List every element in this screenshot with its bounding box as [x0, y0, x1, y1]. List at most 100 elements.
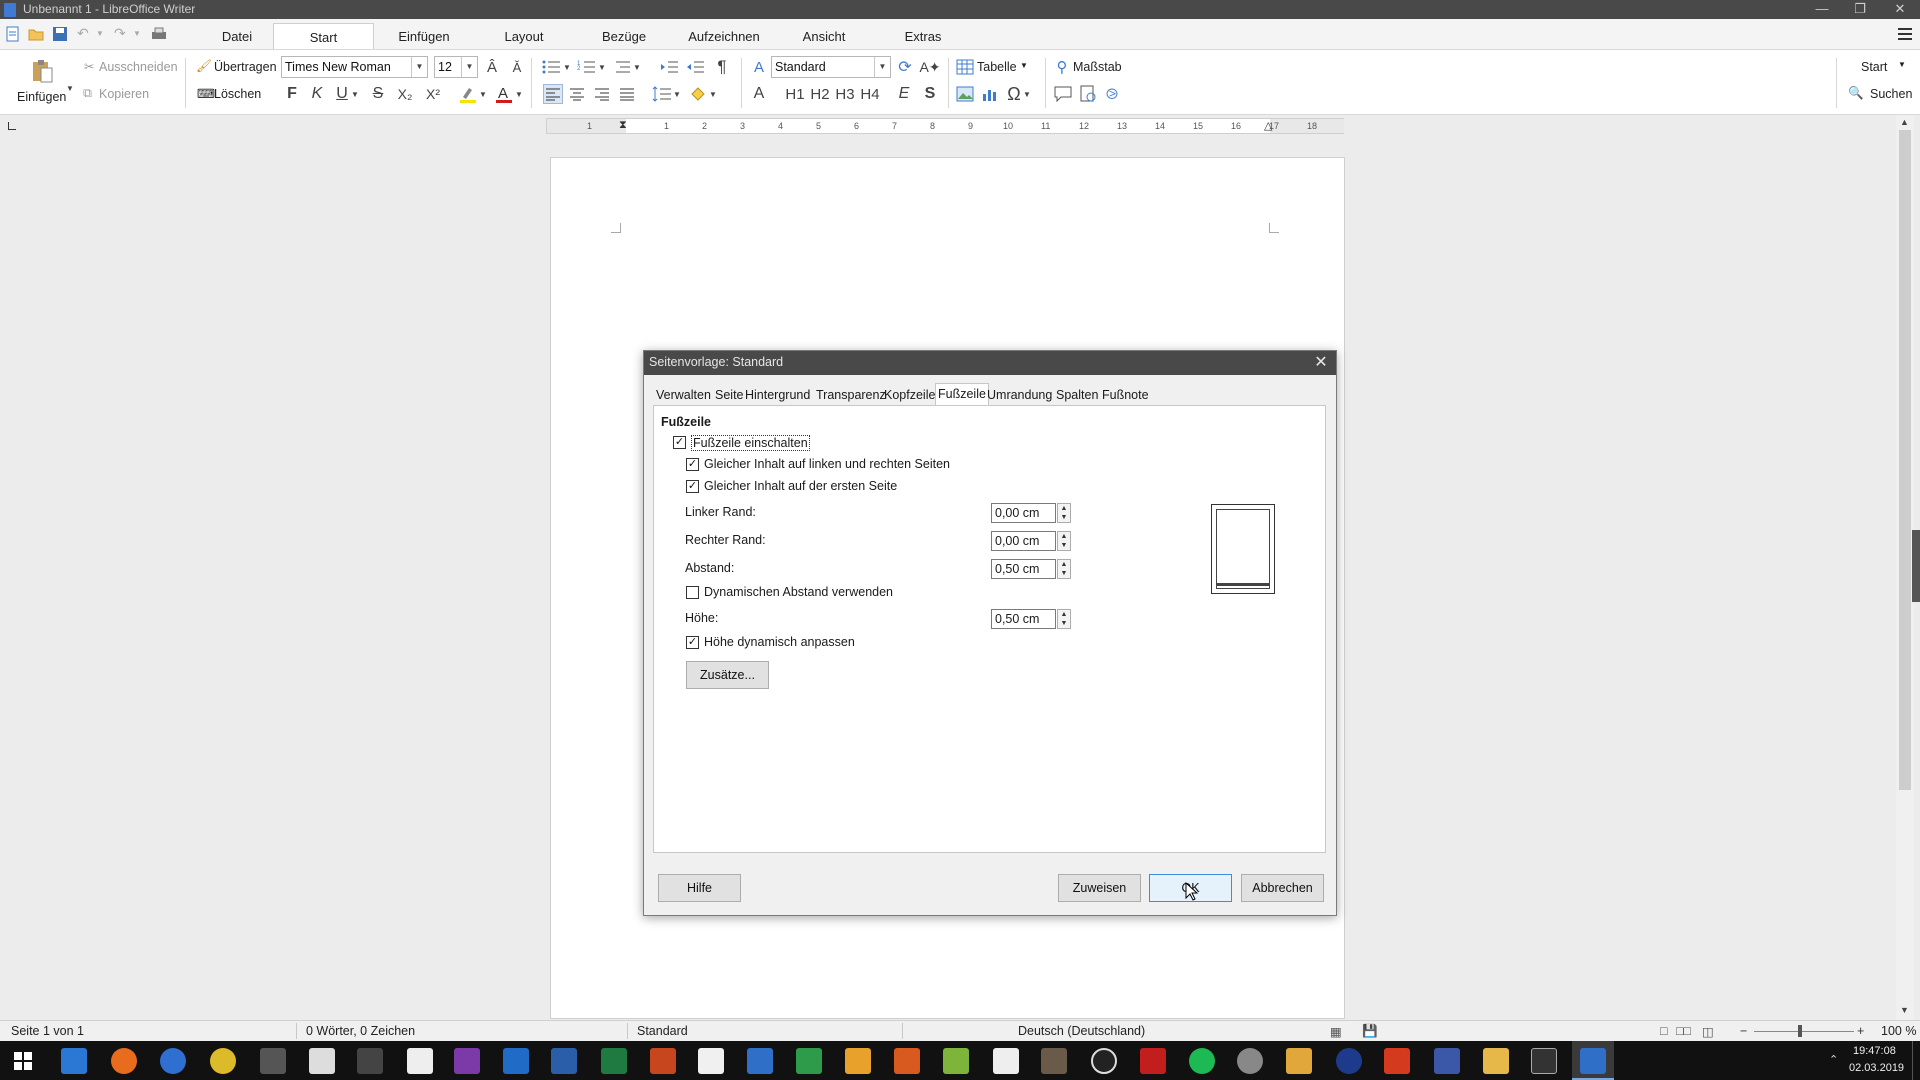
clear-formatting-icon[interactable]: ⌨	[197, 86, 215, 101]
clock-time[interactable]: 19:47:08	[1853, 1045, 1896, 1057]
spacing-field[interactable]: 0,50 cm	[991, 559, 1056, 579]
language[interactable]: Deutsch (Deutschland)	[1018, 1024, 1145, 1038]
heading4-button[interactable]: H4	[858, 84, 882, 104]
redo-dropdown-icon[interactable]: ▼	[133, 29, 151, 47]
undo-icon[interactable]: ↶	[77, 25, 95, 43]
outlook-icon[interactable]	[503, 1048, 529, 1074]
tabbed-mode-dropdown-icon[interactable]: ▼	[1898, 60, 1906, 69]
font-color-icon[interactable]: A	[494, 84, 514, 104]
tab-start[interactable]: Start	[273, 23, 374, 50]
thunderbird-icon[interactable]	[160, 1048, 186, 1074]
left-margin-stepper[interactable]: ▲ ▼	[1057, 503, 1071, 523]
heading1-button[interactable]: H1	[783, 84, 807, 104]
bold-button[interactable]: F	[282, 84, 302, 104]
right-margin-field[interactable]: 0,00 cm	[991, 531, 1056, 551]
table-icon[interactable]	[955, 57, 975, 77]
save-icon[interactable]	[51, 25, 69, 43]
track-changes-icon[interactable]	[1078, 84, 1098, 104]
camera-icon[interactable]	[407, 1048, 433, 1074]
page-count[interactable]: Seite 1 von 1	[11, 1024, 84, 1038]
taskbar-app-icon[interactable]	[260, 1048, 286, 1074]
paste-label[interactable]: Einfügen	[17, 90, 66, 104]
height-field[interactable]: 0,50 cm	[991, 609, 1056, 629]
font-size-combo[interactable]: 12 ▼	[434, 56, 478, 78]
autofit-height-checkbox[interactable]: ✓	[686, 636, 699, 649]
scroll-up-icon[interactable]: ▲	[1900, 117, 1909, 127]
paragraph-style-combo[interactable]: Standard ▼	[771, 56, 891, 78]
word-icon[interactable]	[551, 1048, 577, 1074]
terminal-icon[interactable]	[1531, 1048, 1557, 1074]
cut-button[interactable]: Ausschneiden	[99, 60, 178, 74]
find-icon[interactable]: 🔍	[1848, 86, 1864, 101]
tab-layout[interactable]: Layout	[495, 23, 553, 50]
line-spacing-icon[interactable]	[652, 84, 672, 104]
horizontal-ruler[interactable]: ⧗ △ 1 1 2 3 4 5 6 7 8 9 10 11 12 13 14 1…	[546, 118, 1344, 134]
bullet-list-icon[interactable]	[542, 57, 562, 77]
help-button[interactable]: Hilfe	[658, 874, 741, 902]
zoom-button[interactable]: Maßstab	[1073, 60, 1122, 74]
outline-list-icon[interactable]	[612, 57, 632, 77]
media-player-icon[interactable]	[1091, 1048, 1117, 1074]
table-button[interactable]: Tabelle	[977, 60, 1017, 74]
numbered-list-dropdown-icon[interactable]: ▼	[597, 57, 607, 77]
tab-aufzeichnen[interactable]: Aufzeichnen	[683, 23, 765, 50]
taskbar-app-icon[interactable]	[1434, 1048, 1460, 1074]
libreoffice-icon[interactable]	[698, 1048, 724, 1074]
same-left-right-checkbox[interactable]: ✓	[686, 458, 699, 471]
open-folder-icon[interactable]	[27, 25, 45, 43]
subscript-button[interactable]: X₂	[395, 84, 415, 104]
spotify-icon[interactable]	[1189, 1048, 1215, 1074]
stepper-down-icon[interactable]: ▼	[1058, 619, 1070, 628]
strong-button[interactable]: S	[920, 84, 940, 104]
minimize-button[interactable]: —	[1807, 0, 1837, 19]
sidebar-toggle-handle[interactable]	[1912, 530, 1920, 602]
undo-dropdown-icon[interactable]: ▼	[96, 29, 114, 47]
stepper-up-icon[interactable]: ▲	[1058, 610, 1070, 619]
highlight-color-icon[interactable]	[458, 84, 478, 104]
default-style-button[interactable]: A	[749, 84, 769, 104]
bullet-list-dropdown-icon[interactable]: ▼	[562, 57, 572, 77]
dialog-titlebar[interactable]: Seitenvorlage: Standard ✕	[644, 351, 1336, 375]
more-options-button[interactable]: Zusätze...	[686, 661, 769, 689]
justify-icon[interactable]	[617, 84, 637, 104]
emphasis-button[interactable]: E	[894, 84, 914, 104]
tab-einfuegen[interactable]: Einfügen	[390, 23, 458, 50]
numbered-list-icon[interactable]: 12	[577, 57, 597, 77]
onenote-icon[interactable]	[454, 1048, 480, 1074]
scroll-down-icon[interactable]: ▼	[1900, 1005, 1909, 1015]
heading3-button[interactable]: H3	[833, 84, 857, 104]
stepper-up-icon[interactable]: ▲	[1058, 504, 1070, 513]
tab-datei[interactable]: Datei	[207, 23, 267, 50]
book-view-icon[interactable]: ◫	[1702, 1024, 1714, 1039]
tabbed-mode-button[interactable]: Start	[1861, 60, 1887, 74]
same-first-label[interactable]: Gleicher Inhalt auf der ersten Seite	[704, 479, 897, 493]
scrollbar-thumb[interactable]	[1899, 130, 1911, 790]
tab-stop-selector[interactable]	[8, 122, 16, 130]
taskbar-app-icon[interactable]	[1140, 1048, 1166, 1074]
chevron-down-icon[interactable]: ▼	[411, 57, 427, 77]
zoom-level[interactable]: 100 %	[1881, 1024, 1916, 1038]
tray-chevron-icon[interactable]: ⌃	[1829, 1053, 1838, 1066]
excel-icon[interactable]	[601, 1048, 627, 1074]
cut-icon[interactable]: ✂	[84, 59, 94, 74]
taskbar-app-icon[interactable]	[1237, 1048, 1263, 1074]
stepper-down-icon[interactable]: ▼	[1058, 541, 1070, 550]
chevron-down-icon[interactable]: ▼	[874, 57, 890, 77]
zoom-slider[interactable]	[1754, 1031, 1854, 1032]
file-explorer-icon[interactable]	[1483, 1048, 1509, 1074]
indent-marker-icon[interactable]: ⧗	[619, 119, 627, 132]
update-style-icon[interactable]: ⟳	[895, 57, 915, 77]
heading2-button[interactable]: H2	[808, 84, 832, 104]
superscript-button[interactable]: X²	[423, 84, 443, 104]
stepper-down-icon[interactable]: ▼	[1058, 513, 1070, 522]
firefox-icon[interactable]	[111, 1048, 137, 1074]
strikethrough-button[interactable]: S	[368, 84, 388, 104]
right-margin-stepper[interactable]: ▲ ▼	[1057, 531, 1071, 551]
taskbar-app-icon[interactable]	[1336, 1048, 1362, 1074]
cancel-button[interactable]: Abbrechen	[1241, 874, 1324, 902]
italic-button[interactable]: K	[307, 84, 327, 104]
stepper-up-icon[interactable]: ▲	[1058, 560, 1070, 569]
background-color-dropdown-icon[interactable]: ▼	[708, 84, 718, 104]
base-icon[interactable]	[943, 1048, 969, 1074]
dialog-close-button[interactable]: ✕	[1309, 352, 1333, 374]
